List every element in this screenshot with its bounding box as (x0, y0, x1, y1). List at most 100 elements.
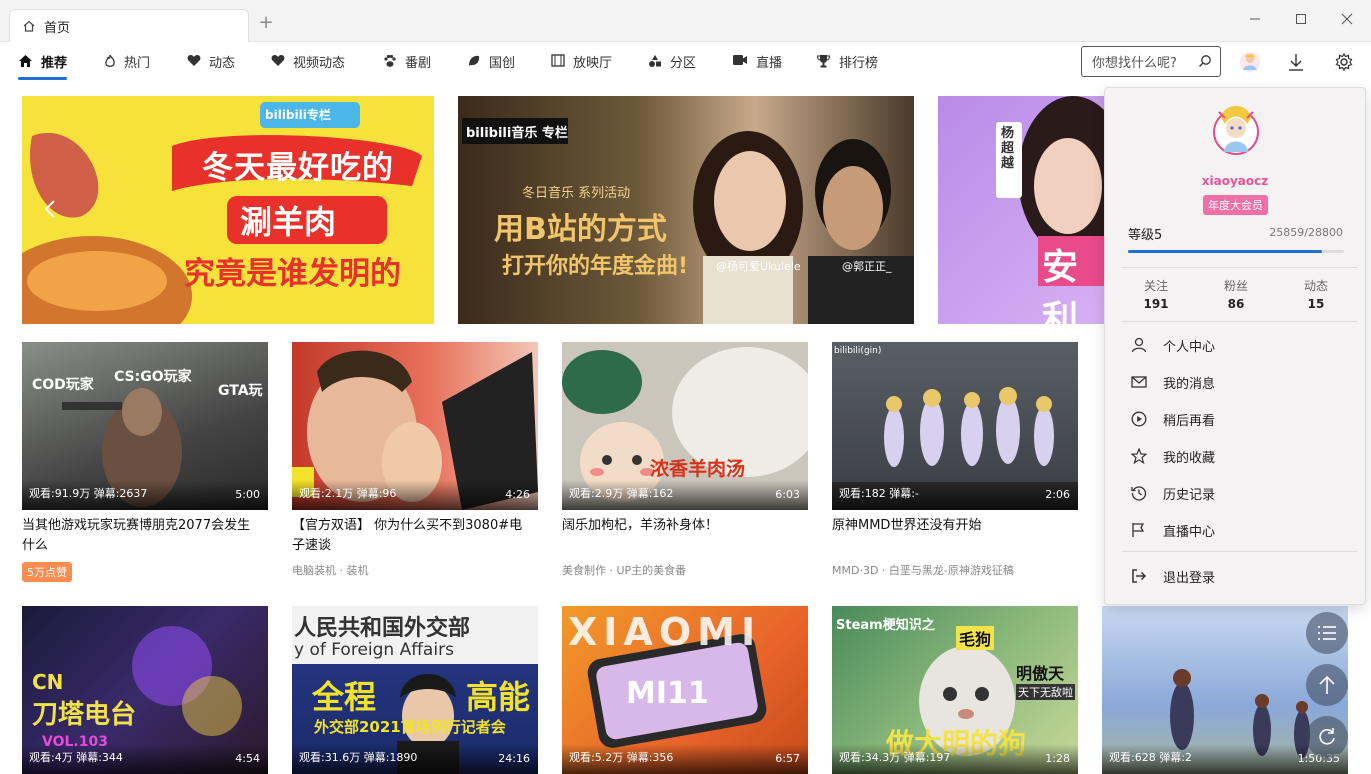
close-window-button[interactable] (1324, 6, 1370, 32)
divider (1121, 551, 1357, 552)
menu-item-messages[interactable]: 我的消息 (1131, 370, 1331, 394)
video-duration: 5:00 (235, 488, 260, 501)
nav-tab-category[interactable]: 分区 (648, 52, 696, 80)
user-avatar-button[interactable] (1236, 48, 1264, 76)
video-thumbnail[interactable]: COD玩家 CS:GO玩家 GTA玩 观看:91.9万 弹幕:2637 5:00 (22, 342, 268, 510)
video-stats: 观看:2.1万 弹幕:96 (299, 485, 396, 501)
new-tab-button[interactable]: + (256, 12, 276, 33)
user-avatar[interactable] (1211, 98, 1261, 158)
banner-tag: bilibili音乐 专栏 (466, 126, 568, 141)
video-title[interactable]: 【官方双语】 你为什么买不到3080#电子速谈 (292, 516, 538, 556)
video-duration: 4:26 (505, 488, 530, 501)
menu-item-favorites[interactable]: 我的收藏 (1131, 444, 1331, 468)
danmaku-count: 弹幕:197 (903, 751, 951, 764)
video-category[interactable]: 美食制作 · UP主的美食番 (562, 562, 808, 578)
danmaku-count: 弹幕:356 (626, 751, 674, 764)
video-thumbnail[interactable]: XIAOMI MI11 观看:5.2万 弹幕:356 6:57 (562, 606, 808, 774)
nav-tab-bangumi[interactable]: 番剧 (383, 52, 431, 80)
banner-2[interactable]: bilibili音乐 专栏 冬日音乐 系列活动 用B站的方式 打开你的年度金曲!… (458, 96, 914, 324)
video-thumbnail[interactable]: 观看:2.1万 弹幕:96 4:26 (292, 342, 538, 510)
video-title[interactable]: 当其他游戏玩家玩赛博朋克2077会发生什么 (22, 516, 268, 556)
nav-tab-live[interactable]: 直播 (732, 52, 782, 80)
video-thumbnail[interactable]: 浓香羊肉汤 观看:2.9万 弹幕:162 6:03 (562, 342, 808, 510)
stat-fans[interactable]: 粉丝 86 (1206, 277, 1266, 311)
nav-tab-recommend[interactable]: 推荐 (18, 52, 68, 80)
trophy-icon (816, 55, 831, 68)
thumbnail-text: 高能 (466, 678, 531, 716)
thumbnail-text: MI11 (626, 676, 709, 711)
search-icon[interactable] (1198, 54, 1212, 68)
nav-tab-hot[interactable]: 热门 (104, 52, 150, 80)
banner-headline: 用B站的方式 (494, 212, 667, 247)
maximize-button[interactable] (1278, 6, 1324, 32)
nav-tab-cinema[interactable]: 放映厅 (551, 52, 612, 80)
logout-button[interactable]: 退出登录 (1131, 564, 1331, 588)
menu-item-watch-later[interactable]: 稍后再看 (1131, 407, 1331, 431)
stat-value: 15 (1307, 297, 1325, 311)
settings-button[interactable] (1330, 48, 1358, 76)
nav-tab-label: 推荐 (41, 56, 68, 71)
leaf-icon (469, 55, 480, 66)
tab-home[interactable]: 首页 (9, 9, 249, 42)
stat-following[interactable]: 关注 191 (1126, 277, 1186, 311)
video-card[interactable]: 人民共和国外交部 y of Foreign Affairs 全程 高能 外交部2… (292, 606, 538, 774)
video-thumbnail[interactable]: Steam梗知识之 毛狗 明傲天 天下无敌啦 做大明的狗 观看:34.3万 弹幕… (832, 606, 1078, 774)
video-card[interactable]: Steam梗知识之 毛狗 明傲天 天下无敌啦 做大明的狗 观看:34.3万 弹幕… (832, 606, 1078, 774)
video-category[interactable]: 电脑装机 · 装机 (292, 562, 538, 578)
video-stats: 观看:5.2万 弹幕:356 (569, 749, 673, 765)
video-card[interactable]: 观看:2.1万 弹幕:96 4:26 【官方双语】 你为什么买不到3080#电子… (292, 342, 538, 578)
thumbnail-text: CN (32, 670, 64, 694)
nav-tab-ranking[interactable]: 排行榜 (816, 52, 878, 80)
refresh-button[interactable] (1306, 716, 1348, 758)
exp-progress-fill (1128, 250, 1322, 253)
video-card[interactable]: COD玩家 CS:GO玩家 GTA玩 观看:91.9万 弹幕:2637 5:00… (22, 342, 268, 582)
banner-headline: 究竟是谁发明的 (184, 256, 401, 292)
video-thumbnail[interactable]: 人民共和国外交部 y of Foreign Affairs 全程 高能 外交部2… (292, 606, 538, 774)
nav-tab-video-dynamic[interactable]: 视频动态 (271, 52, 345, 80)
banner-credit: @杨可爱Ukulele (716, 260, 801, 273)
video-card[interactable]: XIAOMI MI11 观看:5.2万 弹幕:356 6:57 (562, 606, 808, 774)
menu-item-history[interactable]: 历史记录 (1131, 481, 1331, 505)
download-button[interactable] (1282, 48, 1310, 76)
menu-item-label: 历史记录 (1163, 487, 1216, 503)
danmaku-count: 弹幕:162 (626, 487, 674, 500)
danmaku-count: 弹幕:96 (356, 487, 397, 500)
thumbnail-text: bilibili(gin) (834, 346, 882, 356)
video-card[interactable]: CN 刀塔电台 VOL.103 观看:4万 弹幕:344 4:54 (22, 606, 268, 774)
video-card[interactable]: 浓香羊肉汤 观看:2.9万 弹幕:162 6:03 阔乐加枸杞，羊汤补身体！ 美… (562, 342, 808, 578)
menu-item-label: 我的消息 (1163, 376, 1216, 392)
list-menu-button[interactable] (1306, 612, 1348, 654)
banner-prev-arrow-icon[interactable] (40, 198, 62, 220)
star-icon (1131, 448, 1147, 464)
video-title[interactable]: 原神MMD世界还没有开始 (832, 516, 1078, 536)
thumbnail-text: CS:GO玩家 (114, 369, 192, 385)
nav-tab-dynamic[interactable]: 动态 (187, 52, 235, 80)
video-stats: 观看:31.6万 弹幕:1890 (299, 749, 417, 765)
stat-dynamics[interactable]: 动态 15 (1286, 277, 1346, 311)
menu-item-live-center[interactable]: 直播中心 (1131, 518, 1331, 542)
close-icon (1341, 13, 1353, 25)
scroll-top-button[interactable] (1306, 664, 1348, 706)
thumbnail-text: GTA玩 (218, 383, 263, 399)
view-count: 观看:34.3万 (839, 751, 901, 764)
search-box[interactable]: 你想找什么呢? (1081, 46, 1221, 77)
video-thumbnail[interactable]: bilibili(gin) 观看:182 弹幕:- 2:06 (832, 342, 1078, 510)
minimize-button[interactable] (1232, 6, 1278, 32)
thumbnail-text: 天下无敌啦 (1016, 684, 1075, 700)
thumbnail-text: 人民共和国外交部 (294, 616, 471, 641)
menu-item-profile[interactable]: 个人中心 (1131, 333, 1331, 357)
video-title[interactable]: 阔乐加枸杞，羊汤补身体！ (562, 516, 808, 536)
stat-label: 粉丝 (1223, 279, 1248, 293)
video-stats: 观看:4万 弹幕:344 (29, 749, 123, 765)
banner-1[interactable]: bilibili专栏 冬天最好吃的 涮羊肉 究竟是谁发明的 (22, 96, 434, 324)
video-card[interactable]: bilibili(gin) 观看:182 弹幕:- 2:06 原神MMD世界还没… (832, 342, 1078, 578)
nav-tab-guochuang[interactable]: 国创 (467, 52, 515, 80)
banner-3[interactable]: 杨超越 安利 (938, 96, 1104, 324)
video-category[interactable]: MMD·3D · 白垩与黑龙-原神游戏征稿 (832, 562, 1078, 578)
video-stats: 观看:34.3万 弹幕:197 (839, 749, 950, 765)
fire-icon (105, 54, 115, 67)
vip-badge: 年度大会员 (1203, 195, 1268, 215)
nav-tab-label: 热门 (124, 56, 151, 71)
video-thumbnail[interactable]: CN 刀塔电台 VOL.103 观看:4万 弹幕:344 4:54 (22, 606, 268, 774)
banner-headline: 涮羊肉 (240, 203, 337, 241)
